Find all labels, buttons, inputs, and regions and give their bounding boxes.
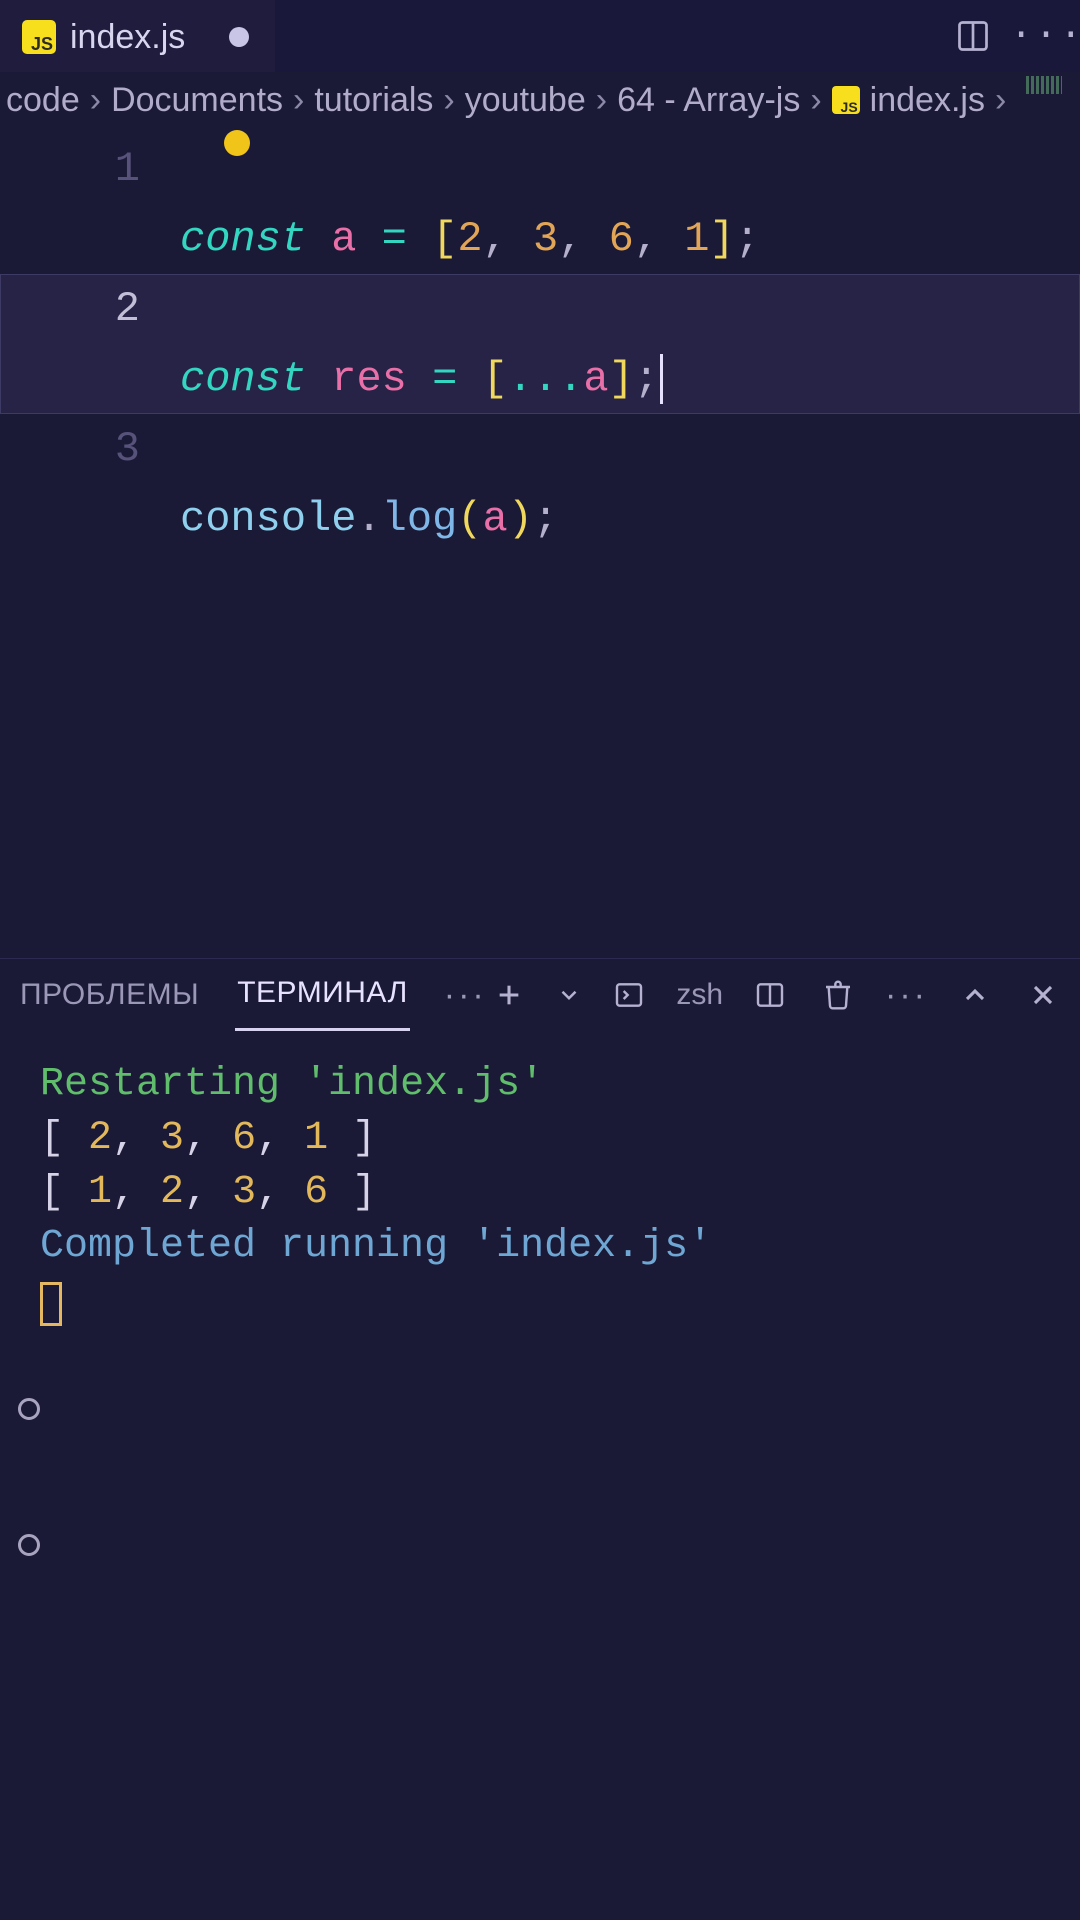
tab-problems[interactable]: ПРОБЛЕМЫ	[18, 960, 201, 1030]
code-editor[interactable]: 1 const a = [2, 3, 6, 1]; 2 const res = …	[0, 128, 1080, 958]
terminal-more-icon[interactable]: ···	[885, 978, 928, 1012]
ghost-circle-icon	[18, 1398, 40, 1420]
panel-header: ПРОБЛЕМЫ ТЕРМИНАЛ ··· zsh	[0, 958, 1080, 1030]
terminal-profile-chevron-icon[interactable]	[556, 974, 582, 1016]
crumb-youtube[interactable]: youtube	[465, 81, 586, 120]
minimap[interactable]	[1026, 76, 1062, 94]
crumb-documents[interactable]: Documents	[111, 81, 283, 120]
line-number: 1	[0, 134, 180, 204]
line-number: 2	[0, 274, 180, 344]
ghost-circle-icon	[18, 1534, 40, 1556]
breadcrumb: code › Documents › tutorials › youtube › 64 …	[0, 72, 1080, 128]
terminal-line: [ 1, 2, 3, 6 ]	[40, 1166, 1040, 1220]
code-line: 2 const res = [...a];	[0, 274, 1080, 414]
chevron-right-icon: ›	[596, 81, 607, 120]
chevron-right-icon: ›	[810, 81, 821, 120]
js-file-icon: JS	[832, 86, 860, 114]
chevron-right-icon: ›	[293, 81, 304, 120]
terminal-line: [ 2, 3, 6, 1 ]	[40, 1112, 1040, 1166]
text-cursor-icon	[660, 354, 663, 404]
tab-dirty-indicator-icon	[229, 27, 249, 47]
line-number: 3	[0, 414, 180, 484]
crumb-folder[interactable]: 64 - Array-js	[617, 81, 800, 120]
chevron-right-icon: ›	[90, 81, 101, 120]
terminal-line: Restarting 'index.js'	[40, 1058, 1040, 1112]
new-terminal-icon[interactable]	[488, 974, 530, 1016]
trash-icon[interactable]	[817, 974, 859, 1016]
js-file-icon: JS	[22, 20, 56, 54]
terminal-cursor-icon	[40, 1282, 62, 1326]
crumb-tutorials[interactable]: tutorials	[314, 81, 433, 120]
code-line: 3 console.log(a);	[0, 414, 1080, 554]
tab-terminal[interactable]: ТЕРМИНАЛ	[235, 958, 410, 1031]
crumb-file[interactable]: index.js	[870, 81, 985, 120]
chevron-right-icon: ›	[995, 81, 1006, 120]
run-task-icon[interactable]	[608, 974, 650, 1016]
split-editor-icon[interactable]	[952, 15, 994, 57]
shell-name[interactable]: zsh	[676, 978, 723, 1012]
terminal-line: Completed running 'index.js'	[40, 1220, 1040, 1274]
panel-more-icon[interactable]: ···	[444, 978, 487, 1012]
close-panel-icon[interactable]	[1022, 974, 1064, 1016]
terminal-output[interactable]: Restarting 'index.js' [ 2, 3, 6, 1 ] [ 1…	[0, 1030, 1080, 1372]
more-actions-icon[interactable]: ···	[1026, 15, 1068, 57]
chevron-right-icon: ›	[443, 81, 454, 120]
crumb-code[interactable]: code	[6, 81, 80, 120]
split-terminal-icon[interactable]	[749, 974, 791, 1016]
tab-bar: JS index.js ···	[0, 0, 1080, 72]
tab-indexjs[interactable]: JS index.js	[0, 0, 275, 72]
tab-title: index.js	[70, 18, 185, 57]
maximize-panel-icon[interactable]	[954, 974, 996, 1016]
code-line: 1 const a = [2, 3, 6, 1];	[0, 134, 1080, 274]
